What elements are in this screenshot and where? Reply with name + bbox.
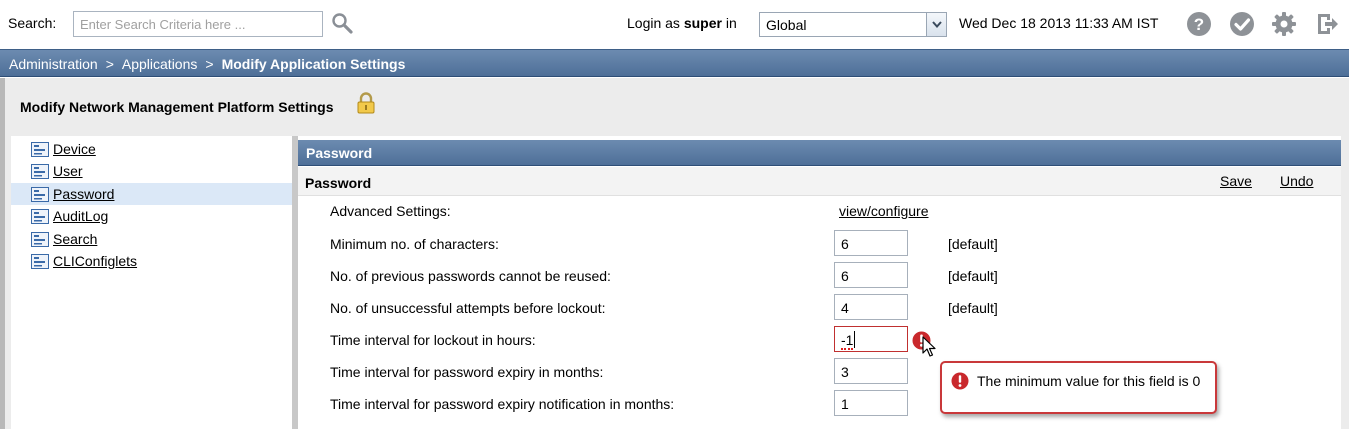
panel-header: Password — [298, 140, 1341, 166]
datetime: Wed Dec 18 2013 11:33 AM IST — [959, 15, 1159, 31]
undo-link[interactable]: Undo — [1280, 173, 1313, 189]
field-label: No. of unsuccessful attempts before lock… — [330, 300, 606, 316]
form-row: Minimum no. of characters: 6 [default] — [298, 229, 1341, 261]
save-link[interactable]: Save — [1220, 173, 1252, 189]
form-row-advanced: Advanced Settings: view/configure — [298, 196, 1341, 228]
default-label: [default] — [948, 236, 998, 252]
list-icon — [31, 164, 49, 179]
field-label: Time interval for password expiry notifi… — [330, 396, 675, 412]
list-icon — [31, 209, 49, 224]
top-bar: Search: Login as super in Global Wed Dec… — [0, 0, 1349, 48]
nav-item-user[interactable]: User — [11, 160, 292, 182]
settings-nav: Device User Password AuditLog Search CLI… — [11, 136, 292, 429]
list-icon — [31, 232, 49, 247]
login-suffix: in — [725, 15, 737, 31]
validation-tooltip: The minimum value for this field is 0 — [940, 361, 1217, 414]
login-info: Login as super in — [627, 15, 737, 31]
expiry-interval-input[interactable]: 3 — [834, 358, 908, 384]
search-label: Search: — [8, 15, 57, 31]
text-caret — [854, 331, 855, 348]
breadcrumb-separator: > — [105, 56, 114, 72]
help-icon[interactable]: ? — [1186, 11, 1212, 37]
error-icon — [951, 372, 969, 390]
breadcrumb-item-applications[interactable]: Applications — [122, 56, 198, 72]
field-value: 6 — [841, 268, 849, 284]
advanced-settings-link[interactable]: view/configure — [839, 203, 929, 219]
field-label: Advanced Settings: — [330, 203, 451, 219]
lockout-interval-input[interactable]: -1 — [834, 326, 908, 352]
expiry-notification-input[interactable]: 1 — [834, 390, 908, 416]
lockout-attempts-input[interactable]: 4 — [834, 294, 908, 320]
svg-text:?: ? — [1194, 15, 1204, 34]
nav-item-password[interactable]: Password — [11, 183, 292, 205]
breadcrumb: Administration > Applications > Modify Appli… — [0, 49, 1349, 77]
form-row: No. of previous passwords cannot be reus… — [298, 261, 1341, 293]
search-icon[interactable] — [331, 12, 353, 34]
check-icon[interactable] — [1229, 11, 1255, 37]
nav-item-label: Password — [53, 186, 115, 202]
field-value: 6 — [841, 236, 849, 252]
login-prefix: Login as — [627, 15, 680, 31]
list-icon — [31, 254, 49, 269]
nav-item-device[interactable]: Device — [11, 138, 292, 160]
default-label: [default] — [948, 300, 998, 316]
nav-item-label: CLIConfiglets — [53, 253, 138, 269]
field-label: No. of previous passwords cannot be reus… — [330, 268, 611, 284]
logout-icon[interactable] — [1314, 11, 1340, 37]
login-user: super — [683, 15, 722, 31]
nav-item-label: AuditLog — [53, 208, 109, 224]
nav-item-label: Search — [53, 231, 98, 247]
form-row: No. of unsuccessful attempts before lock… — [298, 293, 1341, 325]
domain-select[interactable]: Global — [759, 12, 947, 37]
search-input[interactable] — [73, 11, 323, 37]
previous-passwords-input[interactable]: 6 — [834, 262, 908, 288]
breadcrumb-separator: > — [205, 56, 214, 72]
chevron-down-icon[interactable] — [926, 13, 946, 36]
nav-item-cliconfiglets[interactable]: CLIConfiglets — [11, 250, 292, 272]
list-icon — [31, 142, 49, 157]
field-value: -1 — [841, 332, 854, 350]
breadcrumb-item-current: Modify Application Settings — [221, 56, 406, 72]
form-row: Time interval for lockout in hours: -1 — [298, 325, 1341, 357]
field-label: Minimum no. of characters: — [330, 236, 499, 252]
list-icon — [31, 187, 49, 202]
section-title: Password — [305, 175, 372, 191]
gear-icon[interactable] — [1271, 11, 1297, 37]
page-header: Modify Network Management Platform Setti… — [0, 78, 1349, 124]
field-value: 4 — [841, 300, 849, 316]
breadcrumb-item-administration[interactable]: Administration — [9, 56, 98, 72]
panel-header-title: Password — [306, 145, 373, 161]
nav-item-label: User — [53, 163, 83, 179]
field-label: Time interval for lockout in hours: — [330, 332, 536, 348]
page-title: Modify Network Management Platform Setti… — [20, 99, 334, 115]
lock-icon — [356, 92, 376, 114]
default-label: [default] — [948, 268, 998, 284]
mouse-cursor-icon — [922, 336, 936, 358]
nav-item-auditlog[interactable]: AuditLog — [11, 205, 292, 227]
min-characters-input[interactable]: 6 — [834, 230, 908, 256]
nav-item-label: Device — [53, 141, 96, 157]
section-toolbar: Password Save Undo — [298, 167, 1341, 196]
nav-item-search[interactable]: Search — [11, 228, 292, 250]
validation-message: The minimum value for this field is 0 — [977, 373, 1201, 389]
domain-select-value: Global — [766, 17, 807, 33]
field-label: Time interval for password expiry in mon… — [330, 364, 604, 380]
field-value: 3 — [841, 364, 849, 380]
field-value: 1 — [841, 396, 849, 412]
